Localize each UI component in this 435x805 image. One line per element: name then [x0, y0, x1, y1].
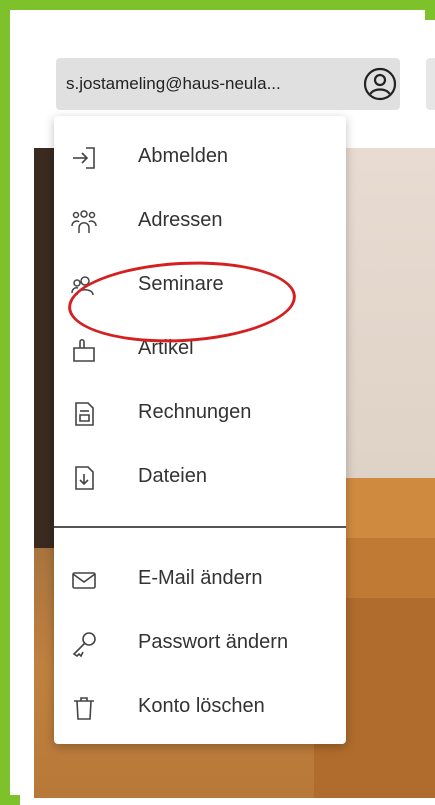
page-area: s.jostameling@haus-neula... Abmelden Adr…	[20, 20, 435, 805]
invoice-icon	[70, 400, 98, 428]
secondary-button-edge[interactable]	[426, 58, 435, 110]
menu-divider	[54, 526, 346, 528]
trash-icon	[70, 694, 98, 722]
menu-item-email-aendern[interactable]: E-Mail ändern	[54, 548, 346, 612]
account-circle-icon	[363, 67, 397, 101]
logout-icon	[70, 144, 98, 172]
menu-item-passwort-aendern[interactable]: Passwort ändern	[54, 612, 346, 676]
user-menu-button[interactable]: s.jostameling@haus-neula...	[56, 58, 400, 110]
menu-item-label: Dateien	[138, 465, 207, 487]
people-group-icon	[70, 208, 98, 236]
menu-item-label: Abmelden	[138, 145, 229, 167]
bag-icon	[70, 336, 98, 364]
menu-item-rechnungen[interactable]: Rechnungen	[54, 382, 346, 446]
menu-item-label: Rechnungen	[138, 401, 252, 423]
user-email: s.jostameling@haus-neula...	[66, 74, 281, 93]
user-dropdown-menu: Abmelden Adressen Seminare Artikel Rechn…	[54, 116, 346, 744]
menu-item-adressen[interactable]: Adressen	[54, 190, 346, 254]
screenshot-frame: s.jostameling@haus-neula... Abmelden Adr…	[0, 0, 435, 805]
menu-item-label: Konto löschen	[138, 695, 265, 717]
menu-item-abmelden[interactable]: Abmelden	[54, 126, 346, 190]
menu-item-dateien[interactable]: Dateien	[54, 446, 346, 510]
file-download-icon	[70, 464, 98, 492]
mail-icon	[70, 566, 98, 594]
menu-item-label: Adressen	[138, 209, 223, 231]
key-icon	[70, 630, 98, 658]
menu-item-label: Passwort ändern	[138, 631, 289, 653]
menu-item-konto-loeschen[interactable]: Konto löschen	[54, 676, 346, 740]
menu-item-label: E-Mail ändern	[138, 567, 263, 589]
